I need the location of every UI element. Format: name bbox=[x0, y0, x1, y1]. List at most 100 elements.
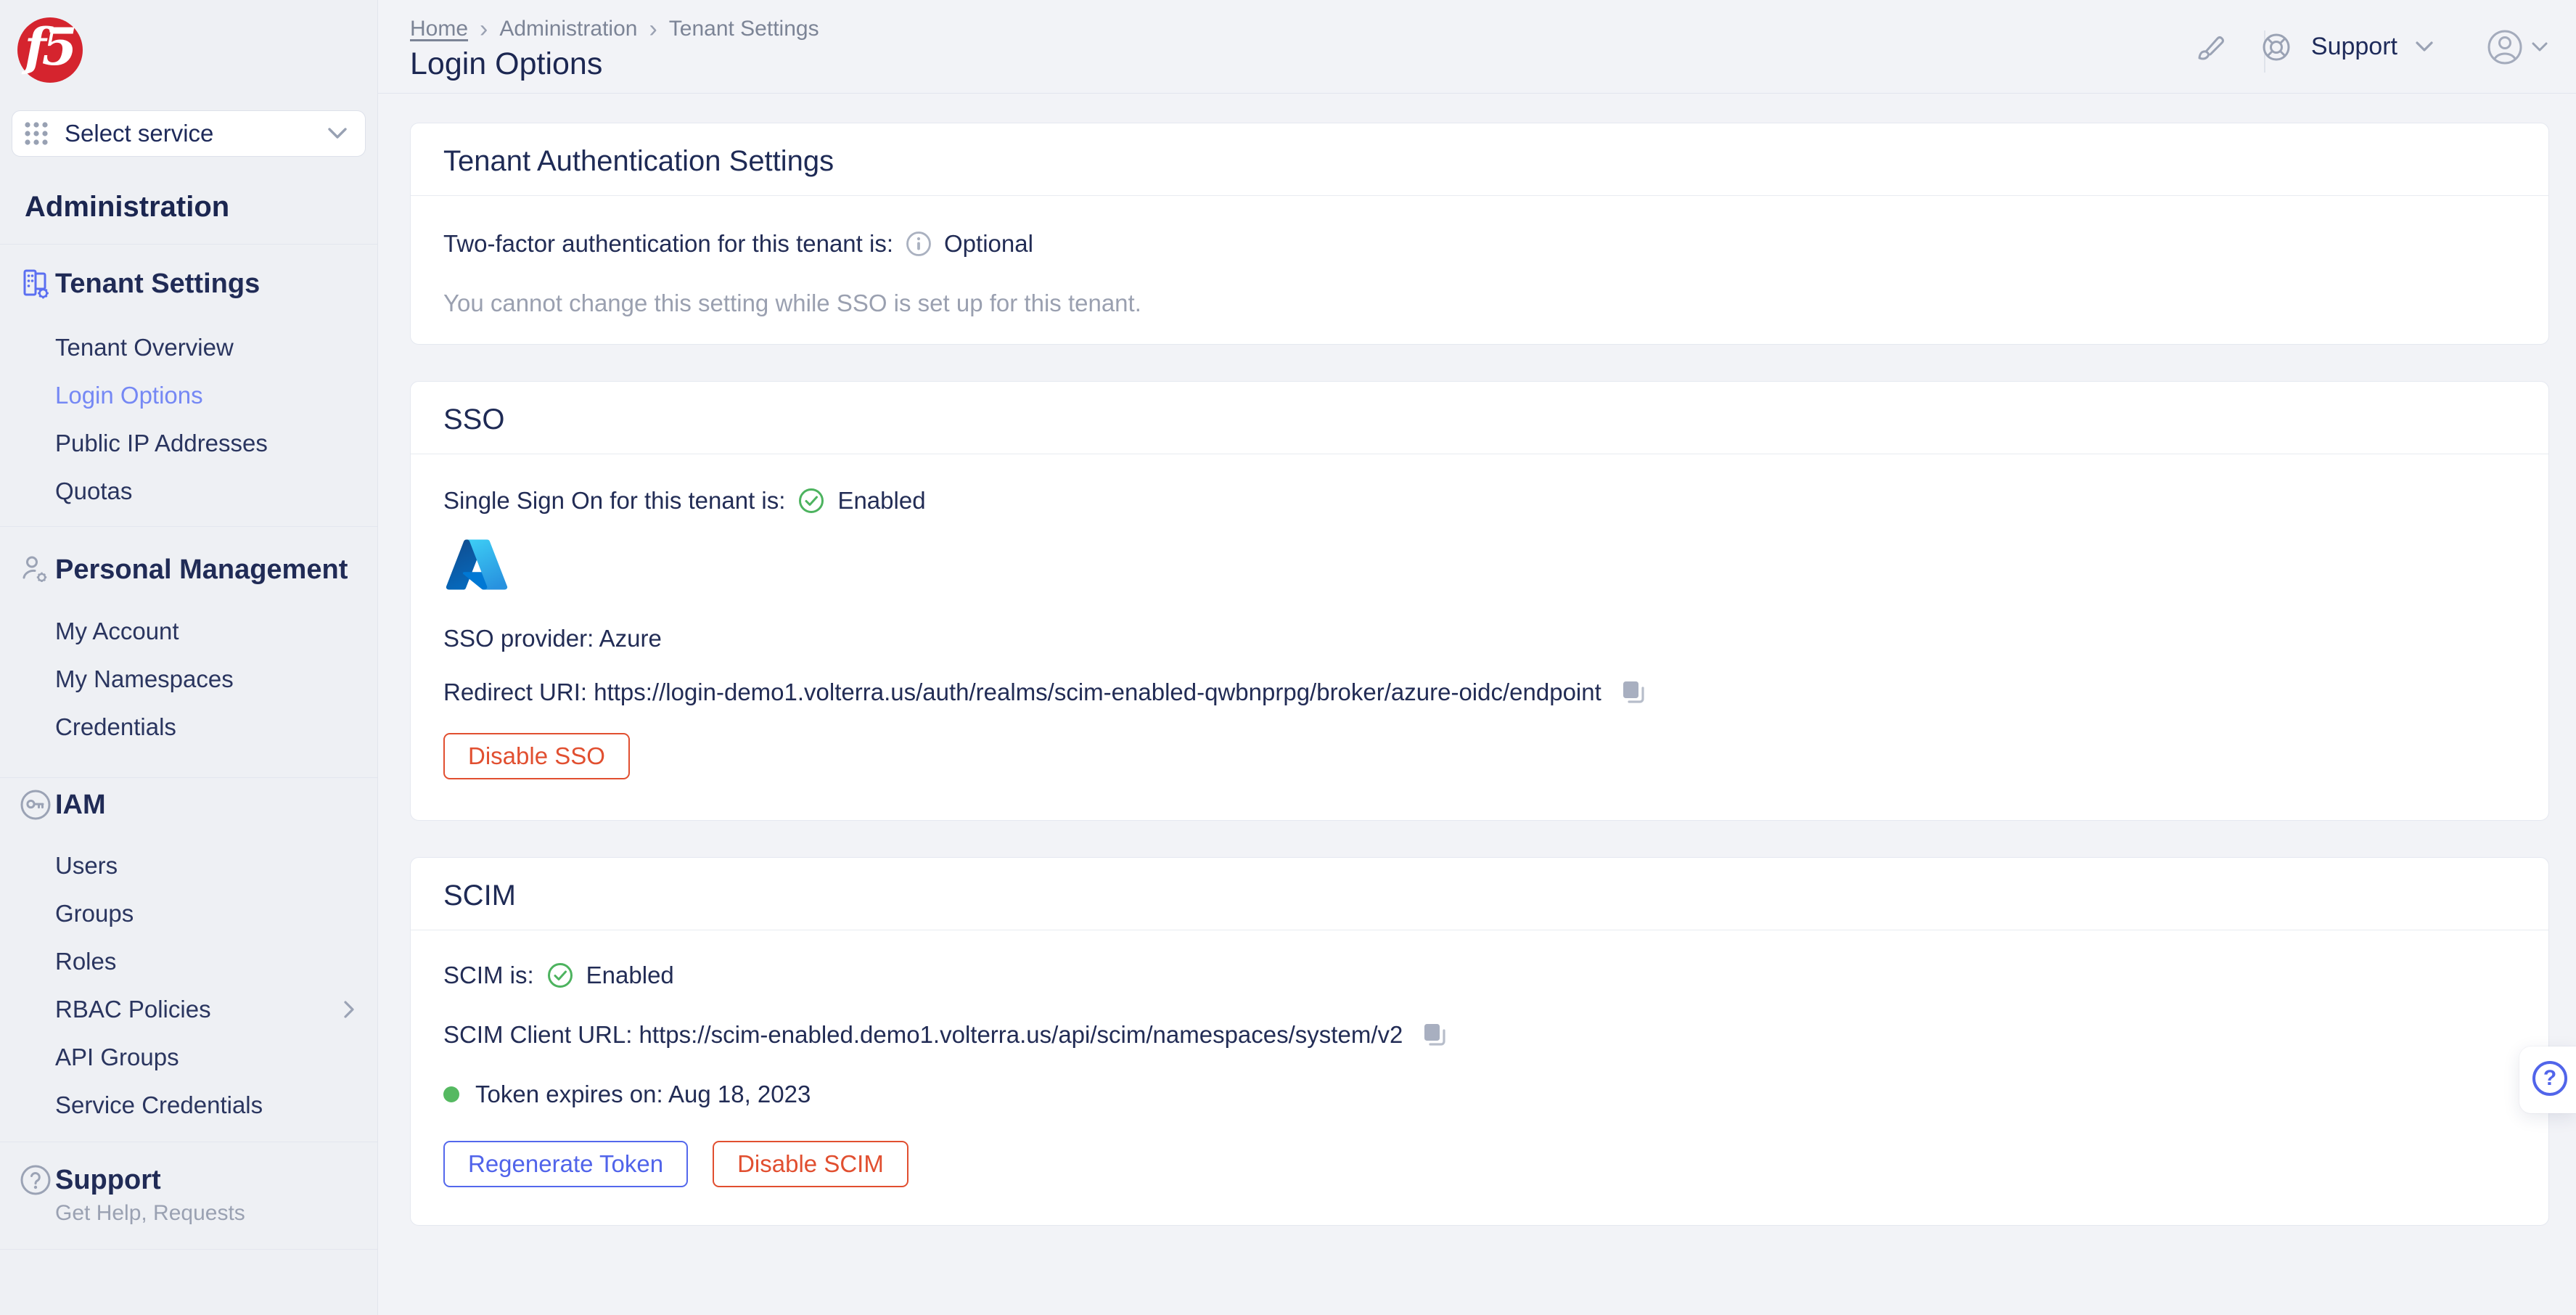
sso-status-label: Single Sign On for this tenant is: bbox=[443, 487, 786, 514]
avatar-icon bbox=[2486, 28, 2524, 66]
customize-button[interactable] bbox=[2191, 0, 2226, 94]
sidebar-section-title: Administration bbox=[25, 191, 230, 223]
two-factor-label: Two-factor authentication for this tenan… bbox=[443, 230, 893, 257]
page-content: Tenant Authentication Settings Two-facto… bbox=[378, 94, 2576, 1226]
sso-provider-line: SSO provider: Azure bbox=[443, 625, 662, 652]
help-fab[interactable]: ? bbox=[2519, 1046, 2576, 1113]
check-circle-icon bbox=[797, 486, 826, 515]
page-header: Home › Administration › Tenant Settings … bbox=[378, 0, 2576, 94]
sidebar-item-rbac-policies[interactable]: RBAC Policies bbox=[0, 986, 377, 1033]
scim-client-url-line: SCIM Client URL: https://scim-enabled.de… bbox=[443, 1019, 2516, 1051]
chevron-down-icon bbox=[2415, 41, 2434, 53]
token-expiry-text: Token expires on: Aug 18, 2023 bbox=[475, 1081, 811, 1107]
support-menu[interactable]: Support bbox=[2260, 0, 2434, 94]
check-circle-icon bbox=[546, 961, 575, 990]
sso-redirect-uri: Redirect URI: https://login-demo1.volter… bbox=[443, 679, 1601, 705]
sso-redirect-line: Redirect URI: https://login-demo1.volter… bbox=[443, 676, 2516, 708]
sidebar-group-personal-management: Personal Management My Account My Namesp… bbox=[0, 527, 377, 777]
azure-logo bbox=[443, 536, 510, 594]
sidebar-item-service-credentials[interactable]: Service Credentials bbox=[0, 1081, 377, 1129]
two-factor-note: You cannot change this setting while SSO… bbox=[443, 290, 1141, 316]
sidebar-support-header[interactable]: Support bbox=[0, 1160, 377, 1200]
card-header: SSO bbox=[411, 382, 2548, 454]
sidebar-item-login-options[interactable]: Login Options bbox=[0, 372, 377, 419]
sidebar-item-tenant-overview[interactable]: Tenant Overview bbox=[0, 324, 377, 372]
breadcrumb-administration[interactable]: Administration bbox=[499, 17, 637, 41]
breadcrumb-home[interactable]: Home bbox=[410, 17, 468, 41]
sso-card: SSO Single Sign On for this tenant is: E… bbox=[410, 381, 2549, 821]
sidebar-group-tenant-settings-header[interactable]: Tenant Settings bbox=[0, 263, 377, 304]
support-menu-label: Support bbox=[2310, 33, 2397, 60]
scim-status-label: SCIM is: bbox=[443, 962, 534, 988]
grid-icon bbox=[22, 120, 50, 147]
key-icon bbox=[19, 788, 55, 822]
card-title: Tenant Authentication Settings bbox=[443, 145, 834, 177]
regenerate-token-button[interactable]: Regenerate Token bbox=[443, 1141, 689, 1187]
sidebar-support[interactable]: Support Get Help, Requests bbox=[0, 1142, 377, 1249]
disable-sso-button[interactable]: Disable SSO bbox=[443, 733, 630, 779]
select-service-label: Select service bbox=[65, 120, 214, 147]
sidebar-item-roles[interactable]: Roles bbox=[0, 938, 377, 986]
card-title: SSO bbox=[443, 403, 505, 435]
copy-icon[interactable] bbox=[1422, 1022, 1448, 1048]
sidebar-group-items: My Account My Namespaces Credentials bbox=[0, 607, 377, 751]
sidebar-item-public-ip-addresses[interactable]: Public IP Addresses bbox=[0, 419, 377, 467]
page-title: Login Options bbox=[410, 46, 603, 81]
sidebar-group-title: IAM bbox=[55, 789, 106, 820]
two-factor-status-line: Two-factor authentication for this tenan… bbox=[443, 228, 2516, 260]
scim-status-line: SCIM is: Enabled bbox=[443, 959, 2516, 991]
breadcrumb-separator-icon: › bbox=[649, 15, 657, 43]
info-icon[interactable] bbox=[905, 230, 932, 258]
scim-status-value: Enabled bbox=[586, 962, 674, 988]
tenant-authentication-settings-card: Tenant Authentication Settings Two-facto… bbox=[410, 123, 2549, 345]
chevron-down-icon bbox=[327, 127, 348, 140]
scim-card: SCIM SCIM is: Enabled SCIM Client URL: h… bbox=[410, 857, 2549, 1226]
sidebar-item-quotas[interactable]: Quotas bbox=[0, 467, 377, 515]
divider bbox=[0, 1249, 377, 1250]
card-header: SCIM bbox=[411, 858, 2548, 930]
disable-scim-button[interactable]: Disable SCIM bbox=[713, 1141, 908, 1187]
sso-actions: Disable SSO bbox=[443, 733, 2516, 779]
token-expiry-line: Token expires on: Aug 18, 2023 bbox=[443, 1078, 2516, 1110]
sidebar-group-items: Users Groups Roles RBAC Policies API Gro… bbox=[0, 842, 377, 1129]
f5-logo[interactable]: f5 bbox=[17, 17, 83, 83]
scim-actions: Regenerate Token Disable SCIM bbox=[443, 1141, 2516, 1187]
main-area: Home › Administration › Tenant Settings … bbox=[378, 0, 2576, 1315]
sidebar-support-subtitle: Get Help, Requests bbox=[55, 1201, 245, 1225]
card-body: SCIM is: Enabled SCIM Client URL: https:… bbox=[411, 930, 2548, 1225]
select-service-dropdown[interactable]: Select service bbox=[12, 110, 366, 157]
help-question-icon: ? bbox=[2532, 1061, 2567, 1096]
building-gear-icon bbox=[19, 267, 55, 300]
brush-icon bbox=[2191, 30, 2226, 65]
scim-client-url: SCIM Client URL: https://scim-enabled.de… bbox=[443, 1021, 1403, 1048]
f5-logo-text: f5 bbox=[24, 17, 78, 77]
copy-icon[interactable] bbox=[1620, 679, 1646, 705]
lifebuoy-icon bbox=[2260, 31, 2292, 63]
breadcrumb-tenant-settings[interactable]: Tenant Settings bbox=[669, 17, 819, 41]
sidebar-item-users[interactable]: Users bbox=[0, 842, 377, 890]
card-header: Tenant Authentication Settings bbox=[411, 123, 2548, 196]
status-dot-icon bbox=[443, 1086, 459, 1102]
sidebar-item-my-account[interactable]: My Account bbox=[0, 607, 377, 655]
sidebar-group-items: Tenant Overview Login Options Public IP … bbox=[0, 324, 377, 515]
sso-status-value: Enabled bbox=[837, 487, 926, 514]
breadcrumb: Home › Administration › Tenant Settings bbox=[410, 16, 2576, 42]
account-menu[interactable] bbox=[2486, 0, 2548, 94]
sidebar-group-personal-management-header[interactable]: Personal Management bbox=[0, 549, 377, 590]
two-factor-value: Optional bbox=[944, 230, 1033, 257]
sidebar-item-groups[interactable]: Groups bbox=[0, 890, 377, 938]
card-title: SCIM bbox=[443, 880, 516, 912]
sidebar-item-label: RBAC Policies bbox=[55, 996, 211, 1023]
sidebar-group-iam-header[interactable]: IAM bbox=[0, 785, 377, 825]
sidebar-item-my-namespaces[interactable]: My Namespaces bbox=[0, 655, 377, 703]
chevron-down-icon bbox=[2531, 41, 2548, 53]
sidebar-group-tenant-settings: Tenant Settings Tenant Overview Login Op… bbox=[0, 245, 377, 526]
sidebar-item-api-groups[interactable]: API Groups bbox=[0, 1033, 377, 1081]
sidebar-group-title: Personal Management bbox=[55, 554, 348, 585]
card-body: Single Sign On for this tenant is: Enabl… bbox=[411, 454, 2548, 820]
sidebar-support-title: Support bbox=[55, 1164, 161, 1195]
question-circle-icon bbox=[19, 1163, 55, 1197]
sidebar-group-iam: IAM Users Groups Roles RBAC Policies API… bbox=[0, 778, 377, 1142]
sidebar: f5 Select service Administration Tenant … bbox=[0, 0, 378, 1315]
sidebar-item-credentials[interactable]: Credentials bbox=[0, 703, 377, 751]
